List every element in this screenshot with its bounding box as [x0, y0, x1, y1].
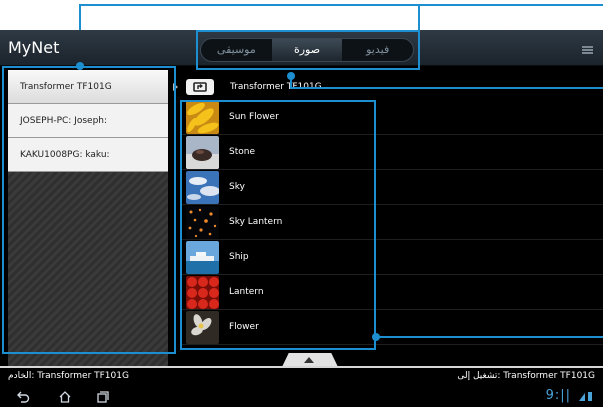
- callout-tabs-box: [196, 30, 420, 70]
- app-title: MyNet: [8, 38, 60, 57]
- callout-line-top: [79, 4, 603, 6]
- menu-icon[interactable]: [582, 46, 593, 54]
- signal-battery-icon: [579, 392, 592, 401]
- callout-server-list-box: [2, 66, 176, 354]
- callout-dot-server: [76, 62, 84, 70]
- callout-line-breadcrumb-h: [290, 87, 603, 89]
- recent-apps-icon[interactable]: [96, 390, 110, 404]
- drawer-handle-button[interactable]: [282, 353, 338, 367]
- home-icon[interactable]: [58, 390, 72, 404]
- clock: 9:||: [545, 388, 571, 403]
- callout-line-files: [376, 336, 603, 338]
- callout-file-list-box: [180, 100, 376, 350]
- back-icon[interactable]: [16, 390, 30, 404]
- callout-line-tabs: [418, 4, 420, 32]
- parent-folder-button[interactable]: [186, 79, 214, 95]
- system-bar: الخادم: Transformer TF101G تشغيل إلى: Tr…: [0, 368, 603, 407]
- play-to-status-text: تشغيل إلى: Transformer TF101G: [457, 371, 595, 381]
- folder-up-icon: [193, 82, 207, 92]
- server-status-text: الخادم: Transformer TF101G: [8, 371, 129, 381]
